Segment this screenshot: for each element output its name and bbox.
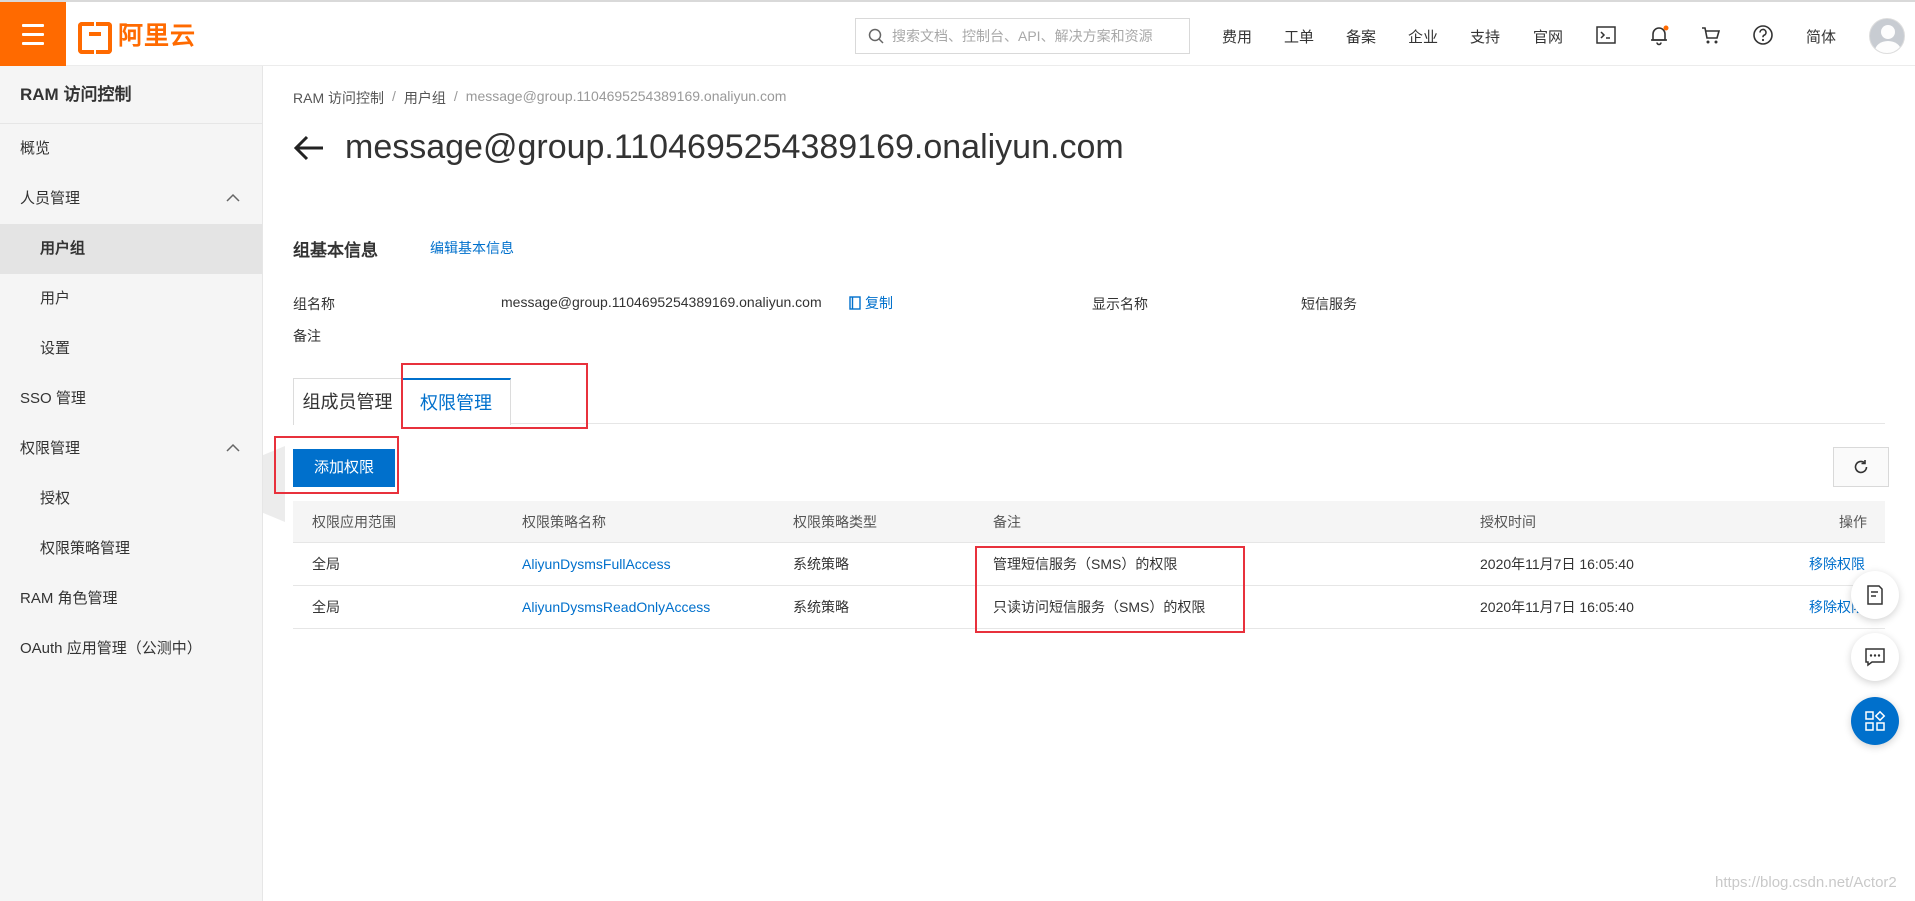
sidebar-item-label: 用户组 [40, 240, 86, 257]
menu-icon[interactable] [0, 2, 66, 66]
cart-icon[interactable] [1700, 24, 1722, 46]
nav-icp[interactable]: 备案 [1346, 26, 1376, 47]
back-arrow-icon[interactable] [293, 134, 325, 162]
nav-enterprise[interactable]: 企业 [1408, 26, 1438, 47]
aliyun-logo-icon [78, 22, 112, 54]
nav-fees[interactable]: 费用 [1222, 26, 1252, 47]
display-name-value: 短信服务 [1301, 296, 1357, 312]
sidebar-item-overview[interactable]: 概览 [0, 124, 262, 174]
nav-tickets[interactable]: 工单 [1284, 26, 1314, 47]
breadcrumb-current: message@group.1104695254389169.onaliyun.… [465, 88, 787, 104]
bell-icon[interactable] [1648, 24, 1670, 46]
remark-label: 备注 [293, 328, 321, 344]
sidebar-item-label: 概览 [20, 140, 51, 157]
section-title: 组基本信息 [293, 241, 378, 260]
search-box[interactable] [855, 18, 1190, 54]
sidebar-item-label: OAuth 应用管理（公测中） [20, 640, 202, 657]
refresh-icon [1854, 460, 1868, 474]
sidebar-item-sso[interactable]: SSO 管理 [0, 374, 262, 424]
sidebar-item-ram-roles[interactable]: RAM 角色管理 [0, 574, 262, 624]
sidebar-item-label: 权限策略管理 [40, 540, 131, 557]
scope-cell: 全局 [312, 556, 340, 572]
policy-type-cell: 系统策略 [793, 556, 849, 572]
sidebar-item-label: 授权 [40, 490, 71, 507]
column-header: 权限应用范围 [312, 514, 396, 530]
sidebar-title: RAM 访问控制 [0, 66, 262, 124]
column-header: 授权时间 [1480, 514, 1536, 530]
grant-time-cell: 2020年11月7日 16:05:40 [1480, 556, 1634, 572]
nav-official-site[interactable]: 官网 [1533, 26, 1563, 47]
sidebar-item-label: RAM 角色管理 [20, 590, 118, 607]
avatar[interactable] [1869, 18, 1905, 54]
language-switch[interactable]: 简体 [1806, 26, 1836, 47]
group-name-label: 组名称 [293, 296, 335, 312]
sidebar-item-label: SSO 管理 [20, 390, 86, 407]
copy-label: 复制 [865, 295, 893, 311]
sidebar-item-oauth-apps[interactable]: OAuth 应用管理（公测中） [0, 624, 262, 674]
watermark: https://blog.csdn.net/Actor2 [1715, 874, 1897, 891]
sidebar-item-permissions[interactable]: 权限管理 [0, 424, 262, 474]
main-content: RAM 访问控制 / 用户组 / message@group.110469525… [263, 66, 1915, 901]
sidebar-item-identities[interactable]: 人员管理 [0, 174, 262, 224]
sidebar-item-label: 设置 [40, 340, 71, 357]
tab-members[interactable]: 组成员管理 [293, 378, 401, 425]
scope-cell: 全局 [312, 599, 340, 615]
highlight-box-remarks [975, 546, 1245, 633]
display-name-label: 显示名称 [1092, 296, 1148, 312]
policy-type-cell: 系统策略 [793, 599, 849, 615]
sidebar-item-settings[interactable]: 设置 [0, 324, 262, 374]
column-header: 权限策略类型 [793, 514, 877, 530]
feedback-icon [1867, 585, 1883, 605]
apps-icon [1865, 710, 1886, 731]
highlight-box-add-button [274, 436, 399, 494]
policy-name-link[interactable]: AliyunDysmsReadOnlyAccess [522, 586, 710, 628]
sidebar-item-users[interactable]: 用户 [0, 274, 262, 324]
page-title: message@group.1104695254389169.onaliyun.… [345, 128, 1124, 166]
chevron-up-icon [226, 193, 240, 202]
breadcrumb: RAM 访问控制 / 用户组 / message@group.110469525… [293, 88, 786, 108]
sidebar-item-label: 权限管理 [20, 440, 81, 457]
chat-button[interactable] [1851, 633, 1899, 681]
column-header: 操作 [1839, 514, 1867, 530]
column-header: 备注 [993, 514, 1021, 530]
edit-basic-info-link[interactable]: 编辑基本信息 [430, 238, 514, 258]
feedback-button[interactable] [1851, 571, 1899, 619]
group-name-value: message@group.1104695254389169.onaliyun.… [501, 294, 822, 310]
help-icon[interactable] [1752, 24, 1774, 46]
policy-name-link[interactable]: AliyunDysmsFullAccess [522, 543, 671, 585]
highlight-box-permissions-tab [401, 363, 588, 429]
top-bar: 阿里云 费用 工单 备案 企业 支持 官网 简体 [0, 0, 1915, 66]
sidebar-item-policies[interactable]: 权限策略管理 [0, 524, 262, 574]
copy-button[interactable]: 复制 [849, 293, 893, 313]
chat-icon [1865, 648, 1885, 667]
terminal-icon[interactable] [1595, 24, 1617, 46]
breadcrumb-separator: / [453, 88, 458, 104]
breadcrumb-ram[interactable]: RAM 访问控制 [293, 88, 384, 108]
refresh-button[interactable] [1833, 447, 1889, 487]
sidebar: RAM 访问控制 概览 人员管理 用户组 用户 设置 SSO 管理 权限管理 授… [0, 66, 263, 901]
sidebar-item-label: 人员管理 [20, 190, 81, 207]
copy-icon [849, 296, 861, 310]
breadcrumb-separator: / [392, 88, 396, 104]
page-header: message@group.1104695254389169.onaliyun.… [293, 128, 1124, 167]
breadcrumb-groups[interactable]: 用户组 [404, 88, 446, 108]
table-header: 权限应用范围 权限策略名称 权限策略类型 备注 授权时间 操作 [293, 501, 1885, 543]
search-input[interactable] [892, 28, 1182, 44]
aliyun-logo[interactable]: 阿里云 [78, 16, 197, 54]
apps-button[interactable] [1851, 697, 1899, 745]
sidebar-item-grants[interactable]: 授权 [0, 474, 262, 524]
nav-support[interactable]: 支持 [1470, 26, 1500, 47]
sidebar-item-label: 用户 [40, 290, 71, 307]
column-header: 权限策略名称 [522, 514, 606, 530]
search-icon [868, 28, 884, 44]
chevron-up-icon [226, 443, 240, 452]
grant-time-cell: 2020年11月7日 16:05:40 [1480, 599, 1634, 615]
sidebar-item-groups[interactable]: 用户组 [0, 224, 262, 274]
logo-text: 阿里云 [118, 22, 197, 50]
